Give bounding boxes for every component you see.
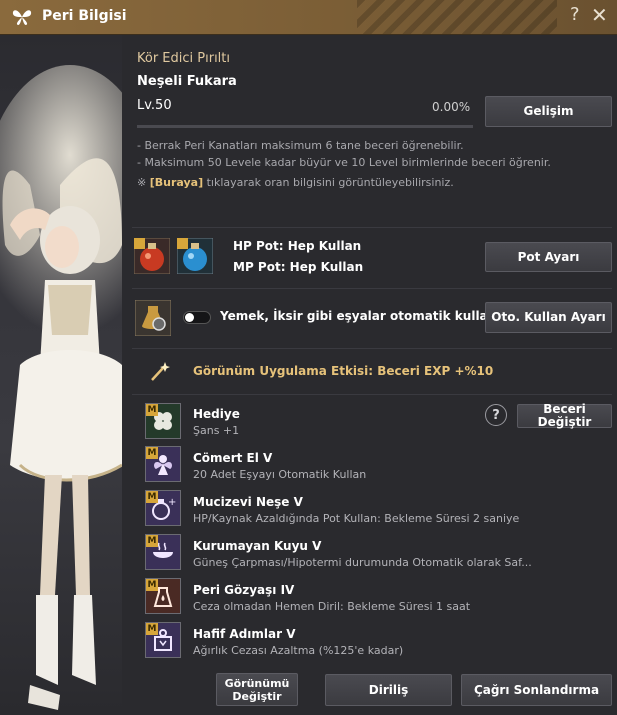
magic-wand-icon [151, 362, 170, 381]
fairy-portrait [0, 35, 122, 715]
auto-use-toggle[interactable] [183, 311, 211, 324]
weight-icon: M [145, 622, 181, 658]
end-summon-button[interactable]: Çağrı Sonlandırma [461, 674, 612, 706]
skill-desc: Ağırlık Cezası Azaltma (%125'e kadar) [193, 644, 404, 657]
skill-rank-badge: M [146, 579, 158, 591]
skill-rank-badge: M [146, 404, 158, 416]
skill-title: Cömert El V [193, 451, 273, 465]
fairy-level: Lv.50 [137, 98, 172, 113]
hp-potion-icon [134, 238, 170, 274]
change-appearance-button[interactable]: Görünümü Değiştir [216, 673, 298, 706]
exp-percent: 0.00% [432, 100, 471, 114]
mp-pot-setting: MP Pot: Hep Kullan [233, 260, 364, 274]
divider [132, 227, 612, 228]
skill-rank-badge: M [146, 447, 158, 459]
change-appearance-label-2: Değiştir [232, 689, 282, 703]
fairy-icon: M [145, 446, 181, 482]
divider [132, 288, 612, 289]
close-button[interactable]: ✕ [591, 3, 608, 27]
mp-potion-icon [177, 238, 213, 274]
clover-icon: M [145, 403, 181, 439]
divider [132, 394, 612, 395]
exp-bar [137, 125, 473, 128]
skill-desc: Şans +1 [193, 424, 240, 437]
info-line-2: - Maksimum 50 Levele kadar büyür ve 10 L… [137, 156, 551, 169]
skill-rank-badge: M [146, 491, 158, 503]
growth-button[interactable]: Gelişim [485, 96, 612, 127]
potion-sparkle-icon: + M [145, 490, 181, 526]
tear-bottle-icon: M [145, 578, 181, 614]
bowl-icon: M [145, 534, 181, 570]
skill-title: Hafif Adımlar V [193, 627, 296, 641]
window-title: Peri Bilgisi [42, 8, 127, 24]
help-button[interactable]: ? [570, 4, 580, 25]
info-prefix: ※ [137, 176, 150, 189]
skill-desc: Güneş Çarpması/Hipotermi durumunda Otoma… [193, 556, 532, 569]
auto-use-potion-icon [135, 300, 171, 336]
pot-settings-button[interactable]: Pot Ayarı [485, 242, 612, 272]
info-line-3: ※ [Buraya] tıklayarak oran bilgisini gör… [137, 176, 454, 189]
info-line-1: - Berrak Peri Kanatları maksimum 6 tane … [137, 139, 464, 152]
auto-use-label: Yemek, İksir gibi eşyalar otomatik kulla… [220, 309, 518, 323]
toggle-knob [185, 313, 194, 322]
skill-desc: 20 Adet Eşyayı Otomatik Kullan [193, 468, 367, 481]
skill-rank-badge: M [146, 623, 158, 635]
skill-rank-badge: M [146, 535, 158, 547]
change-skill-button[interactable]: Beceri Değiştir [517, 403, 612, 429]
skill-title: Hediye [193, 407, 240, 421]
title-bar[interactable]: Peri Bilgisi ? ✕ [0, 0, 617, 35]
svg-text:+: + [168, 497, 176, 508]
divider [132, 348, 612, 349]
revive-button[interactable]: Diriliş [325, 674, 452, 706]
skill-desc: Ceza olmadan Hemen Diril: Bekleme Süresi… [193, 600, 471, 613]
skill-desc: HP/Kaynak Azaldığında Pot Kullan: Beklem… [193, 512, 520, 525]
skill-title: Peri Gözyaşı IV [193, 583, 295, 597]
fairy-name: Neşeli Fukara [137, 74, 237, 89]
butterfly-icon [12, 10, 32, 25]
fairy-illustration [0, 65, 122, 710]
fairy-subtitle: Kör Edici Pırıltı [137, 51, 231, 66]
skill-help-icon[interactable]: ? [485, 404, 507, 426]
info-suffix: tıklayarak oran bilgisini görüntüleyebil… [203, 176, 454, 189]
auto-use-settings-button[interactable]: Oto. Kullan Ayarı [485, 302, 612, 333]
fairy-info-window: Peri Bilgisi ? ✕ Kör Edici Pırıltı Neşel… [0, 0, 617, 715]
skill-title: Mucizevi Neşe V [193, 495, 303, 509]
info-link[interactable]: [Buraya] [150, 176, 203, 189]
change-appearance-label-1: Görünümü [224, 676, 290, 690]
title-bar-decoration [357, 0, 557, 34]
skill-title: Kurumayan Kuyu V [193, 539, 322, 553]
hp-pot-setting: HP Pot: Hep Kullan [233, 239, 362, 253]
appearance-bonus: Görünüm Uygulama Etkisi: Beceri EXP +%10 [193, 364, 494, 378]
